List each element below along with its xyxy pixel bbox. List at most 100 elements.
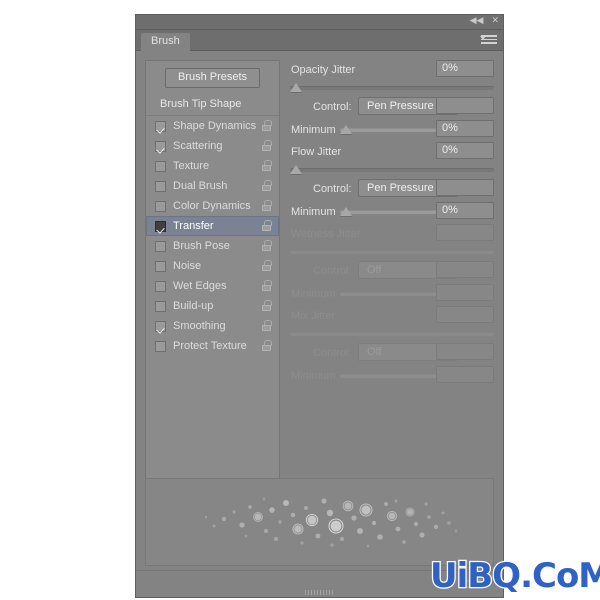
mix-jitter-slider[interactable] bbox=[288, 328, 494, 342]
opacity-jitter-slider-thumb[interactable] bbox=[290, 83, 302, 92]
opacity-jitter-value[interactable]: 0% bbox=[436, 60, 494, 77]
flow-jitter-control-value[interactable] bbox=[436, 179, 494, 196]
opacity-jitter-control-row: Control: Pen Pressure bbox=[288, 96, 494, 120]
wetness-jitter-slider[interactable] bbox=[288, 246, 494, 260]
flow-jitter-row: Flow Jitter 0% bbox=[288, 142, 494, 164]
mix-jitter-row: Mix Jitter bbox=[288, 306, 494, 328]
flow-jitter-slider[interactable] bbox=[288, 164, 494, 178]
control-label: Control: bbox=[313, 183, 352, 195]
sidebar-item-noise[interactable]: Noise bbox=[146, 256, 279, 276]
flow-jitter-minimum-row: Minimum 0% bbox=[288, 202, 494, 224]
wetness-jitter-minimum-track[interactable] bbox=[340, 292, 440, 296]
checkbox-brush-pose[interactable] bbox=[155, 240, 166, 252]
transfer-settings: Opacity Jitter 0% Control: Pen Pressure Mini… bbox=[288, 60, 494, 487]
checkbox-scattering[interactable] bbox=[155, 140, 166, 152]
control-label: Control: bbox=[313, 265, 352, 277]
sidebar-item-wet-edges[interactable]: Wet Edges bbox=[146, 276, 279, 296]
open-padlock-icon[interactable] bbox=[262, 160, 272, 171]
flow-jitter-slider-track[interactable] bbox=[290, 168, 494, 172]
brush-presets-button[interactable]: Brush Presets bbox=[164, 68, 261, 88]
wetness-jitter-slider-track[interactable] bbox=[290, 250, 494, 254]
checkbox-wet-edges[interactable] bbox=[155, 280, 166, 292]
sidebar-item-texture[interactable]: Texture bbox=[146, 156, 279, 176]
opacity-jitter-row: Opacity Jitter 0% bbox=[288, 60, 494, 82]
checkbox-smoothing[interactable] bbox=[155, 320, 166, 332]
opacity-jitter-minimum-thumb[interactable] bbox=[340, 125, 352, 134]
mix-jitter-slider-track[interactable] bbox=[290, 332, 494, 336]
mix-jitter-minimum-value[interactable] bbox=[436, 366, 494, 383]
flow-jitter-minimum-value[interactable]: 0% bbox=[436, 202, 494, 219]
flow-jitter-control-row: Control: Pen Pressure bbox=[288, 178, 494, 202]
sidebar-item-label: Wet Edges bbox=[173, 280, 227, 292]
mix-jitter-value[interactable] bbox=[436, 306, 494, 323]
close-icon[interactable]: ✕ bbox=[491, 16, 499, 25]
checkbox-dual-brush[interactable] bbox=[155, 180, 166, 192]
sidebar-item-label: Shape Dynamics bbox=[173, 120, 257, 132]
wetness-jitter-minimum-value[interactable] bbox=[436, 284, 494, 301]
open-padlock-icon[interactable] bbox=[262, 140, 272, 151]
checkbox-shape-dynamics[interactable] bbox=[155, 120, 166, 132]
sidebar-item-color-dynamics[interactable]: Color Dynamics bbox=[146, 196, 279, 216]
sidebar-item-smoothing[interactable]: Smoothing bbox=[146, 316, 279, 336]
open-padlock-icon[interactable] bbox=[262, 260, 272, 271]
open-padlock-icon[interactable] bbox=[262, 120, 272, 131]
checkbox-build-up[interactable] bbox=[155, 300, 166, 312]
open-padlock-icon[interactable] bbox=[262, 200, 272, 211]
opacity-jitter-minimum-track[interactable] bbox=[340, 128, 440, 132]
checkbox-texture[interactable] bbox=[155, 160, 166, 172]
wetness-jitter-control-value[interactable] bbox=[436, 261, 494, 278]
sidebar-item-brush-tip-shape[interactable]: Brush Tip Shape bbox=[146, 94, 279, 116]
sidebar-item-shape-dynamics[interactable]: Shape Dynamics bbox=[146, 116, 279, 136]
sidebar-item-build-up[interactable]: Build-up bbox=[146, 296, 279, 316]
wetness-jitter-control-row: Control: Off bbox=[288, 260, 494, 284]
flow-jitter-minimum-thumb[interactable] bbox=[340, 207, 352, 216]
opacity-jitter-slider-track[interactable] bbox=[290, 86, 494, 90]
open-padlock-icon[interactable] bbox=[262, 320, 272, 331]
sidebar-item-scattering[interactable]: Scattering bbox=[146, 136, 279, 156]
mix-jitter-control-value[interactable] bbox=[436, 343, 494, 360]
tab-strip: Brush bbox=[136, 30, 503, 51]
opacity-jitter-slider[interactable] bbox=[288, 82, 494, 96]
checkbox-noise[interactable] bbox=[155, 260, 166, 272]
sidebar-item-label: Build-up bbox=[173, 300, 214, 312]
open-padlock-icon[interactable] bbox=[262, 180, 272, 191]
panel-titlebar: ◀◀ ✕ bbox=[136, 15, 503, 30]
wetness-jitter-value[interactable] bbox=[436, 224, 494, 241]
mix-jitter-label: Mix Jitter bbox=[291, 310, 335, 322]
new-brush-icon[interactable] bbox=[461, 577, 487, 591]
panel-footer bbox=[136, 570, 503, 597]
panel-body: Brush Presets Brush Tip Shape Shape Dyna… bbox=[136, 51, 503, 496]
opacity-jitter-control-value[interactable] bbox=[436, 97, 494, 114]
checkbox-color-dynamics[interactable] bbox=[155, 200, 166, 212]
sidebar-item-label: Dual Brush bbox=[173, 180, 228, 192]
open-padlock-icon[interactable] bbox=[262, 240, 272, 251]
open-padlock-icon[interactable] bbox=[262, 340, 272, 351]
wetness-jitter-group: Wetness Jitter Control: Off Minimum bbox=[288, 224, 494, 306]
mix-jitter-minimum-track[interactable] bbox=[340, 374, 440, 378]
sidebar-item-transfer[interactable]: Transfer bbox=[146, 216, 279, 236]
minimum-label: Minimum bbox=[291, 206, 336, 218]
open-padlock-icon[interactable] bbox=[262, 280, 272, 291]
wetness-jitter-row: Wetness Jitter bbox=[288, 224, 494, 246]
checkbox-transfer[interactable] bbox=[155, 220, 166, 232]
opacity-jitter-minimum-row: Minimum 0% bbox=[288, 120, 494, 142]
open-padlock-icon[interactable] bbox=[262, 300, 272, 311]
brush-option-list: Shape Dynamics Scattering Texture Dual Brus… bbox=[146, 116, 279, 356]
presets-button-wrap: Brush Presets bbox=[146, 61, 279, 94]
flow-jitter-group: Flow Jitter 0% Control: Pen Pressure Minimum… bbox=[288, 142, 494, 224]
flow-jitter-value[interactable]: 0% bbox=[436, 142, 494, 159]
sidebar-item-brush-pose[interactable]: Brush Pose bbox=[146, 236, 279, 256]
flow-jitter-minimum-track[interactable] bbox=[340, 210, 440, 214]
collapse-icon[interactable]: ◀◀ bbox=[470, 16, 484, 25]
sidebar-item-protect-texture[interactable]: Protect Texture bbox=[146, 336, 279, 356]
resize-grip-icon[interactable] bbox=[304, 590, 335, 595]
panel-menu-icon[interactable] bbox=[480, 35, 497, 46]
brush-stroke-preview bbox=[145, 478, 494, 566]
open-padlock-icon[interactable] bbox=[262, 220, 272, 231]
tab-brush[interactable]: Brush bbox=[141, 33, 190, 51]
flow-jitter-slider-thumb[interactable] bbox=[290, 165, 302, 174]
checkbox-protect-texture[interactable] bbox=[155, 340, 166, 352]
opacity-jitter-minimum-value[interactable]: 0% bbox=[436, 120, 494, 137]
opacity-jitter-label: Opacity Jitter bbox=[291, 64, 356, 76]
sidebar-item-dual-brush[interactable]: Dual Brush bbox=[146, 176, 279, 196]
